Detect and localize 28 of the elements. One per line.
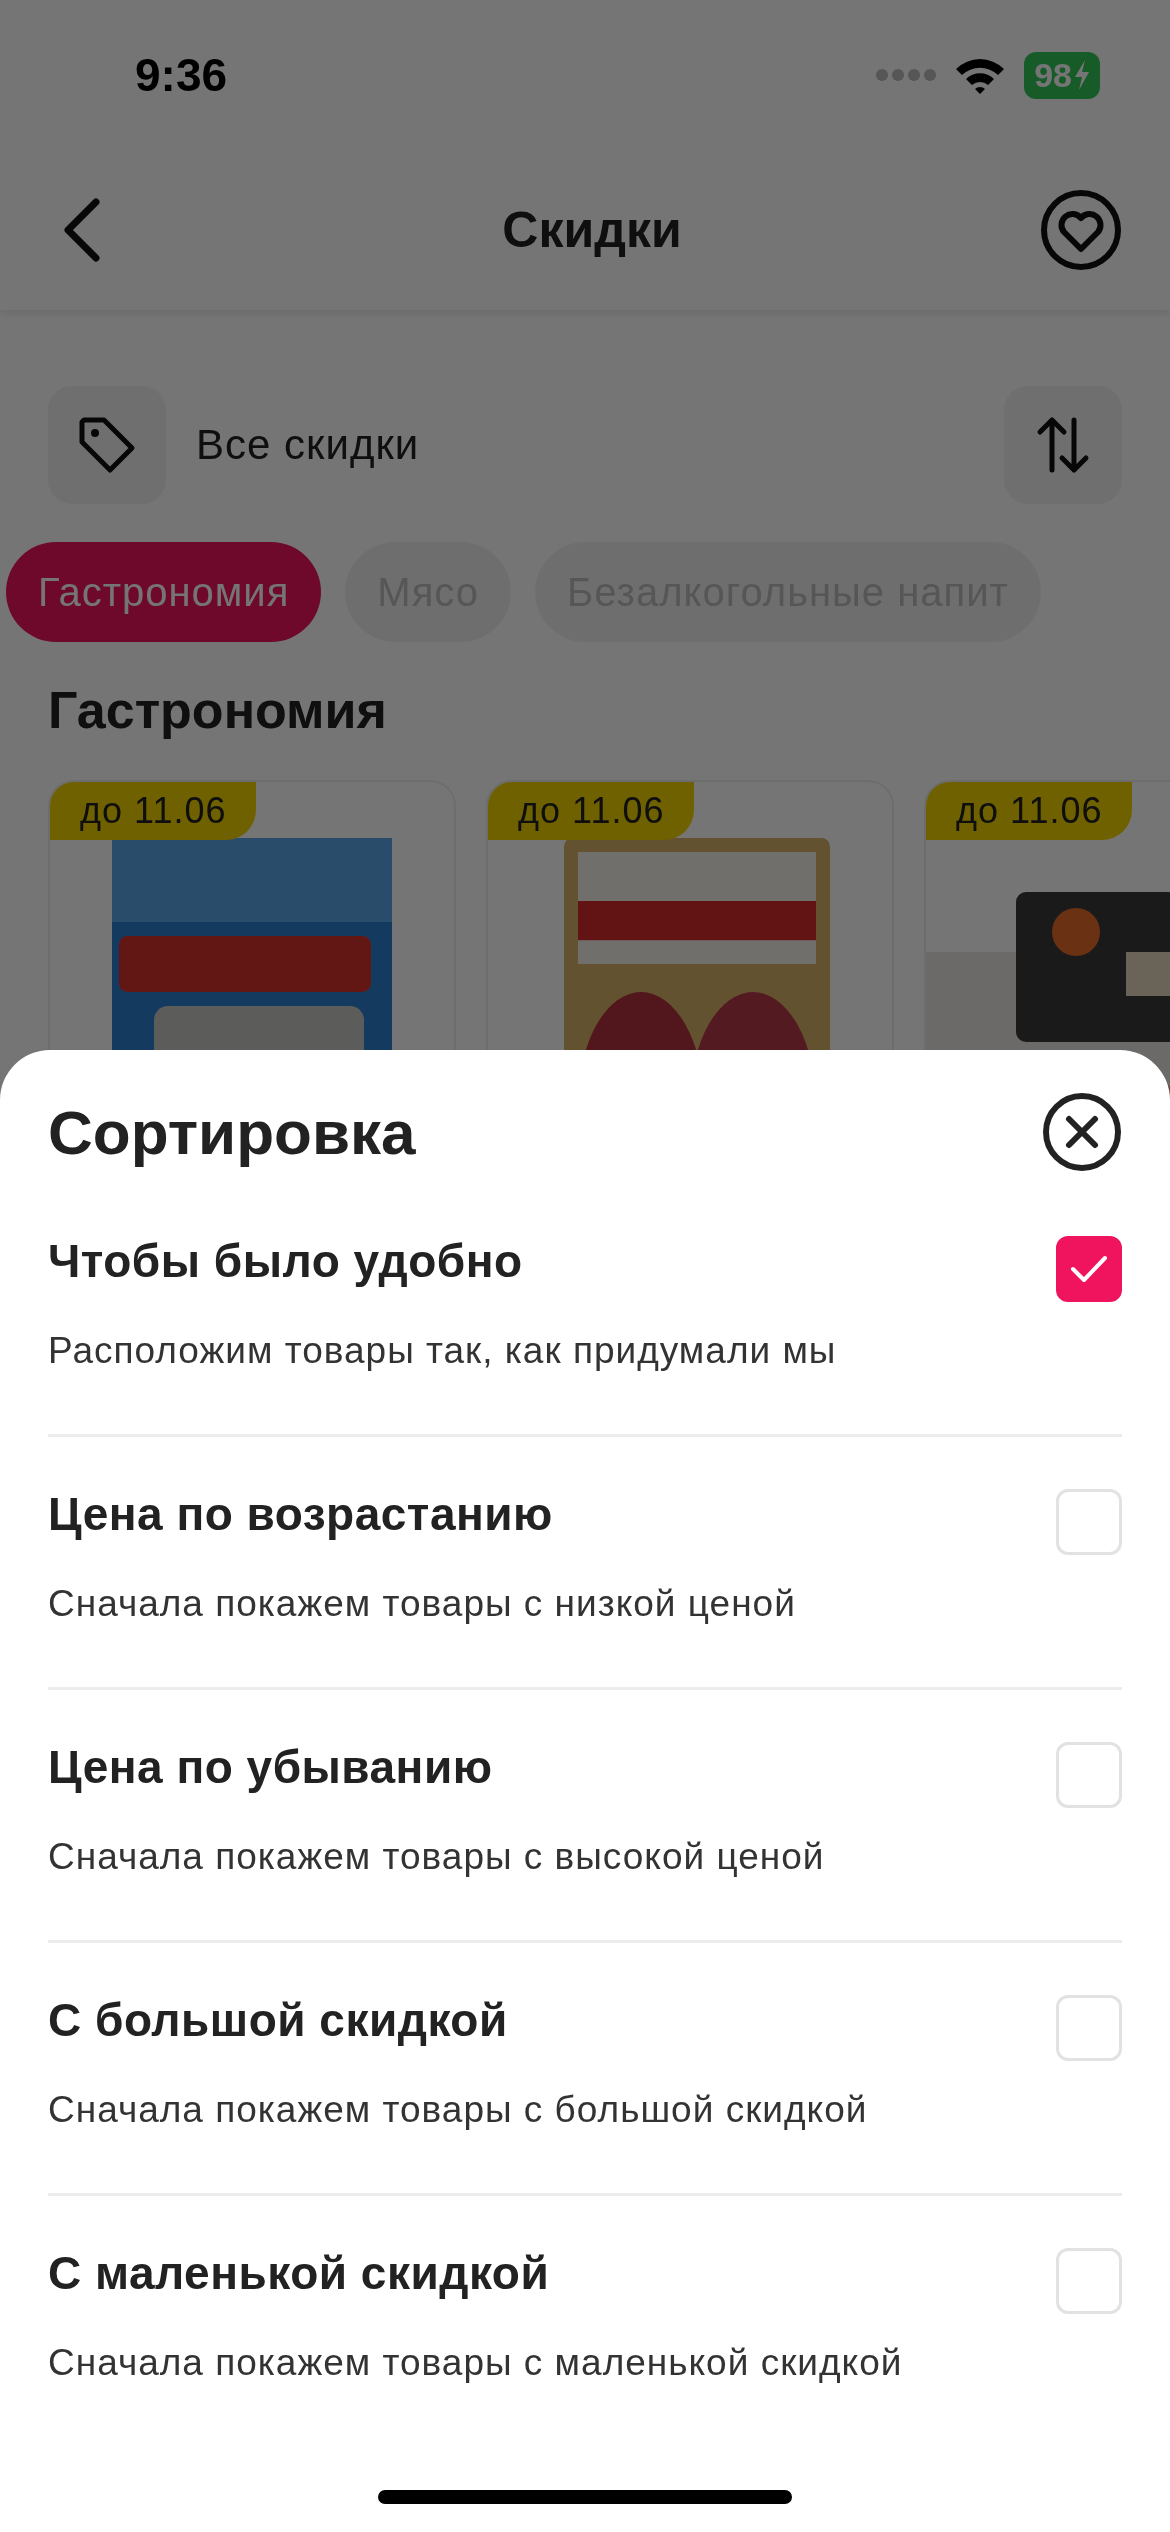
option-title[interactable]: Цена по возрастанию [48, 1487, 796, 1541]
expiry-badge: до 11.06 [488, 782, 695, 840]
sheet-title: Сортировка [48, 1096, 416, 1168]
option-description: Расположим товары так, как придумали мы [48, 1330, 837, 1372]
tag-button[interactable] [48, 386, 166, 504]
option-title[interactable]: С маленькой скидкой [48, 2246, 903, 2300]
back-icon[interactable] [62, 198, 102, 262]
page-title: Скидки [502, 201, 682, 259]
expiry-badge: до 11.06 [50, 782, 257, 840]
status-time: 9:36 [135, 48, 228, 102]
sort-button[interactable] [1004, 386, 1122, 504]
signal-icon [876, 67, 937, 83]
filter-label[interactable]: Все скидки [196, 421, 420, 469]
option-title[interactable]: Чтобы было удобно [48, 1234, 837, 1288]
bolt-icon [1074, 60, 1090, 90]
expiry-badge: до 11.06 [926, 782, 1133, 840]
option-description: Сначала покажем товары с большой скидкой [48, 2089, 868, 2131]
battery-indicator: 98 [1024, 51, 1100, 99]
option-title[interactable]: Цена по убыванию [48, 1740, 825, 1794]
section-title: Гастрономия [47, 680, 388, 740]
option-description: Сначала покажем товары с низкой ценой [48, 1583, 796, 1625]
option-title[interactable]: С большой скидкой [48, 1993, 868, 2047]
check-icon [1070, 1254, 1108, 1284]
option-checkbox[interactable] [1056, 1236, 1122, 1302]
option-description: Сначала покажем товары с маленькой скидкой [48, 2342, 903, 2384]
option-description: Сначала покажем товары с высокой ценой [48, 1836, 825, 1878]
category-chip[interactable]: Гастрономия [6, 542, 322, 642]
close-icon[interactable] [1042, 1092, 1122, 1172]
